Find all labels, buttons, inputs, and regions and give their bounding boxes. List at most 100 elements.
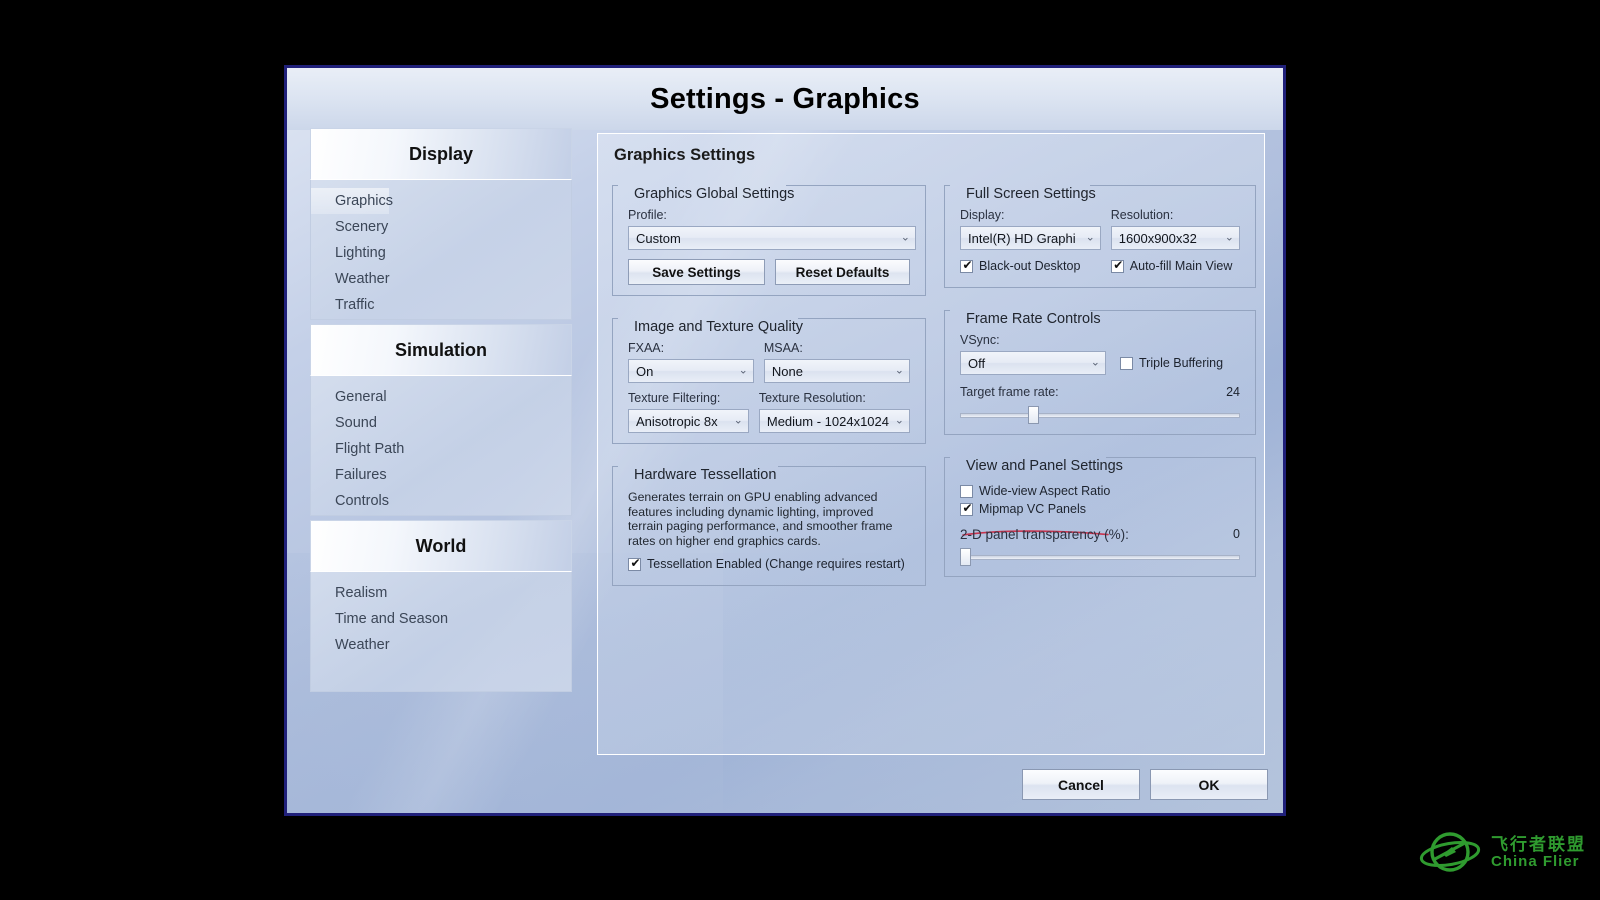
sidebar-header-simulation: Simulation xyxy=(310,324,572,376)
watermark-text: 飞行者联盟 China Flier xyxy=(1491,836,1586,870)
wideview-aspect-ratio-label: Wide-view Aspect Ratio xyxy=(979,484,1110,498)
blackout-desktop-checkbox[interactable] xyxy=(960,260,973,273)
group-body-view-panel: Wide-view Aspect Ratio Mipmap VC Panels … xyxy=(954,476,1246,566)
target-frame-rate-slider[interactable] xyxy=(960,406,1240,424)
slider-thumb[interactable] xyxy=(1028,406,1039,424)
sidebar-item-sound[interactable]: Sound xyxy=(311,410,571,436)
sidebar-item-general[interactable]: General xyxy=(311,384,571,410)
title-bar: Settings - Graphics xyxy=(287,68,1283,130)
chevron-down-icon: ⌄ xyxy=(1225,233,1234,244)
msaa-label: MSAA: xyxy=(764,341,910,356)
tessellation-enabled-row[interactable]: Tessellation Enabled (Change requires re… xyxy=(628,557,910,571)
vsync-select[interactable]: Off ⌄ xyxy=(960,351,1106,375)
sidebar-item-graphics[interactable]: Graphics xyxy=(311,188,389,214)
page-title: Settings - Graphics xyxy=(650,83,920,116)
sidebar-item-controls[interactable]: Controls xyxy=(311,488,571,514)
group-legend-view-panel: View and Panel Settings xyxy=(960,457,1129,475)
tessellation-enabled-checkbox[interactable] xyxy=(628,558,641,571)
blackout-desktop-label: Black-out Desktop xyxy=(979,259,1080,273)
group-legend-frame-rate: Frame Rate Controls xyxy=(960,310,1107,328)
group-full-screen: Full Screen Settings Display: Intel(R) H… xyxy=(944,176,1256,288)
blackout-desktop-row[interactable]: Black-out Desktop xyxy=(960,259,1101,273)
transparency-value: 0 xyxy=(1233,527,1240,541)
profile-select[interactable]: Custom ⌄ xyxy=(628,226,916,250)
cancel-button[interactable]: Cancel xyxy=(1022,769,1140,800)
chevron-down-icon: ⌄ xyxy=(1086,233,1095,244)
sidebar: Display Graphics Scenery Lighting Weathe… xyxy=(310,128,572,696)
target-frame-rate-value: 24 xyxy=(1226,385,1240,399)
group-body-hardware-tessellation: Generates terrain on GPU enabling advanc… xyxy=(622,485,916,571)
settings-window: Settings - Graphics Display Graphics Sce… xyxy=(284,65,1286,816)
texture-resolution-label: Texture Resolution: xyxy=(759,391,910,406)
group-body-frame-rate: VSync: Off ⌄ Triple Buffering xyxy=(954,329,1246,424)
save-settings-button[interactable]: Save Settings xyxy=(628,259,765,285)
sidebar-item-traffic[interactable]: Traffic xyxy=(311,292,571,318)
vsync-value: Off xyxy=(968,356,985,371)
mipmap-vc-panels-row[interactable]: Mipmap VC Panels xyxy=(960,502,1240,516)
resolution-label: Resolution: xyxy=(1111,208,1240,223)
mipmap-vc-panels-checkbox[interactable] xyxy=(960,503,973,516)
resolution-value: 1600x900x32 xyxy=(1119,231,1197,246)
msaa-select[interactable]: None ⌄ xyxy=(764,359,910,383)
sidebar-item-time-and-season[interactable]: Time and Season xyxy=(311,606,571,632)
sidebar-list-display: Graphics Scenery Lighting Weather Traffi… xyxy=(310,180,572,320)
content-panel: Graphics Settings Graphics Global Settin… xyxy=(597,133,1265,755)
group-border-top-left xyxy=(944,457,950,458)
sidebar-item-realism[interactable]: Realism xyxy=(311,580,571,606)
group-legend-image-quality: Image and Texture Quality xyxy=(628,318,809,336)
group-image-quality: Image and Texture Quality FXAA: On ⌄ xyxy=(612,309,926,444)
slider-track xyxy=(960,413,1240,418)
sidebar-header-display: Display xyxy=(310,128,572,180)
group-legend-graphics-global: Graphics Global Settings xyxy=(628,185,800,203)
chevron-down-icon: ⌄ xyxy=(901,233,910,244)
target-frame-rate-label: Target frame rate: xyxy=(960,385,1240,400)
sidebar-list-simulation: General Sound Flight Path Failures Contr… xyxy=(310,376,572,516)
display-value: Intel(R) HD Graphi xyxy=(968,231,1076,246)
resolution-select[interactable]: 1600x900x32 ⌄ xyxy=(1111,226,1240,250)
sidebar-item-weather[interactable]: Weather xyxy=(311,266,571,292)
display-select[interactable]: Intel(R) HD Graphi ⌄ xyxy=(960,226,1101,250)
texture-filtering-select[interactable]: Anisotropic 8x ⌄ xyxy=(628,409,749,433)
fxaa-select[interactable]: On ⌄ xyxy=(628,359,754,383)
texture-filtering-value: Anisotropic 8x xyxy=(636,414,718,429)
group-legend-full-screen: Full Screen Settings xyxy=(960,185,1102,203)
transparency-slider[interactable] xyxy=(960,548,1240,566)
sidebar-item-scenery[interactable]: Scenery xyxy=(311,214,571,240)
group-hardware-tessellation: Hardware Tessellation Generates terrain … xyxy=(612,457,926,586)
chevron-down-icon: ⌄ xyxy=(1091,358,1100,369)
tessellation-enabled-label: Tessellation Enabled (Change requires re… xyxy=(647,557,905,571)
chevron-down-icon: ⌄ xyxy=(734,416,743,427)
group-legend-hardware-tessellation: Hardware Tessellation xyxy=(628,466,782,484)
triple-buffering-checkbox[interactable] xyxy=(1120,357,1133,370)
left-column: Graphics Global Settings Profile: Custom… xyxy=(612,176,926,599)
group-border-top-right xyxy=(798,318,926,319)
desktop-background: Settings - Graphics Display Graphics Sce… xyxy=(0,0,1600,900)
vsync-label: VSync: xyxy=(960,333,1240,348)
group-border-top-left xyxy=(944,185,950,186)
wideview-aspect-ratio-checkbox[interactable] xyxy=(960,485,973,498)
ok-button[interactable]: OK xyxy=(1150,769,1268,800)
group-border-top-left xyxy=(612,185,618,186)
sidebar-item-lighting[interactable]: Lighting xyxy=(311,240,571,266)
watermark: 飞行者联盟 China Flier xyxy=(1419,820,1586,886)
tessellation-description: Generates terrain on GPU enabling advanc… xyxy=(628,490,910,548)
reset-defaults-button[interactable]: Reset Defaults xyxy=(775,259,910,285)
group-body-graphics-global: Profile: Custom ⌄ Save Settings Reset De… xyxy=(622,204,916,285)
triple-buffering-row[interactable]: Triple Buffering xyxy=(1120,356,1223,370)
sidebar-list-world: Realism Time and Season Weather xyxy=(310,572,572,692)
sidebar-item-world-weather[interactable]: Weather xyxy=(311,632,571,658)
texture-resolution-select[interactable]: Medium - 1024x1024 ⌄ xyxy=(759,409,910,433)
right-column: Full Screen Settings Display: Intel(R) H… xyxy=(944,176,1256,590)
wideview-aspect-ratio-row[interactable]: Wide-view Aspect Ratio xyxy=(960,484,1240,498)
autofill-main-view-checkbox[interactable] xyxy=(1111,260,1124,273)
sidebar-header-world: World xyxy=(310,520,572,572)
autofill-main-view-row[interactable]: Auto-fill Main View xyxy=(1111,259,1240,273)
sidebar-item-flight-path[interactable]: Flight Path xyxy=(311,436,571,462)
chevron-down-icon: ⌄ xyxy=(895,416,904,427)
group-frame-rate: Frame Rate Controls VSync: Off ⌄ Triple … xyxy=(944,301,1256,435)
watermark-name-cn: 飞行者联盟 xyxy=(1491,836,1586,854)
sidebar-item-failures[interactable]: Failures xyxy=(311,462,571,488)
slider-thumb[interactable] xyxy=(960,548,971,566)
profile-label: Profile: xyxy=(628,208,910,223)
texture-resolution-value: Medium - 1024x1024 xyxy=(767,414,889,429)
